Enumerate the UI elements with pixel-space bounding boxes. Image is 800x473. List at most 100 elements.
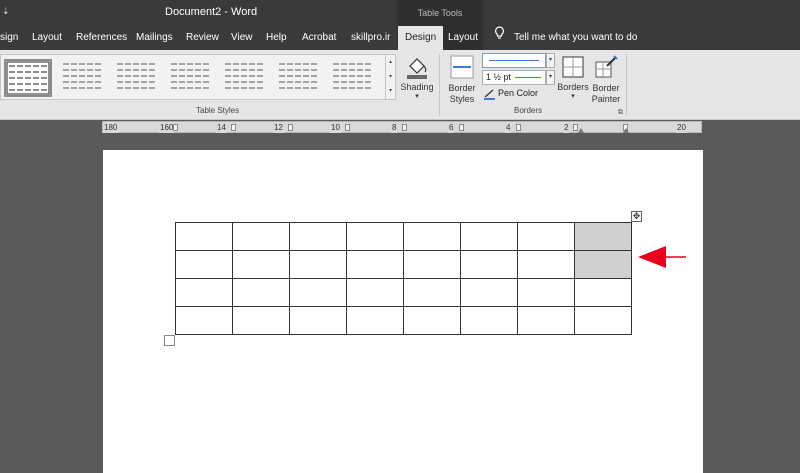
- quick-access-toolbar-customize-icon[interactable]: ⇣: [2, 6, 10, 17]
- borders-button[interactable]: Borders ▾: [556, 54, 590, 108]
- line-weight-sample: [515, 77, 541, 78]
- table-style-thumbnail[interactable]: [60, 59, 108, 97]
- ruler-column-marker[interactable]: [173, 124, 178, 131]
- border-styles-button[interactable]: Border Styles: [444, 54, 480, 108]
- table-cell[interactable]: [175, 306, 233, 335]
- table-cell[interactable]: [289, 278, 347, 307]
- ruler-indent-marker[interactable]: [623, 128, 629, 133]
- borders-group-label: Borders: [514, 106, 543, 115]
- word-table[interactable]: [175, 222, 632, 335]
- tab-review[interactable]: Review: [186, 26, 219, 50]
- table-cell[interactable]: [574, 278, 632, 307]
- tab-acrobat[interactable]: Acrobat: [302, 26, 336, 50]
- pen-color-label: Pen Color: [498, 88, 539, 98]
- table-cell[interactable]: [460, 278, 518, 307]
- shading-button[interactable]: Shading ▾: [399, 54, 435, 108]
- ruler-indent-marker[interactable]: [578, 128, 584, 133]
- ruler-column-marker[interactable]: [345, 124, 350, 131]
- ruler-label: 6: [448, 122, 455, 133]
- table-style-thumbnail[interactable]: [4, 59, 52, 97]
- table-cell[interactable]: [175, 250, 233, 279]
- paint-bucket-icon: [407, 58, 427, 79]
- table-cell[interactable]: [460, 250, 518, 279]
- table-style-thumbnail[interactable]: [168, 59, 216, 97]
- table-cell[interactable]: [517, 306, 575, 335]
- table-style-thumbnail[interactable]: [330, 59, 378, 97]
- table-cell[interactable]: [175, 278, 233, 307]
- table-style-preview-icon: [171, 63, 209, 89]
- table-cell[interactable]: [403, 222, 461, 251]
- table-cell[interactable]: [346, 278, 404, 307]
- ribbon-tab-bar: sign Layout References Mailings Review V…: [0, 26, 800, 50]
- table-resize-handle[interactable]: [164, 335, 175, 346]
- group-divider-2: [626, 54, 627, 116]
- table-styles-gallery[interactable]: ▴ ▾ ▾: [0, 54, 396, 100]
- tab-table-layout[interactable]: Layout: [448, 26, 478, 50]
- table-cell[interactable]: [232, 250, 290, 279]
- ruler-column-marker[interactable]: [288, 124, 293, 131]
- table-style-thumbnail[interactable]: [222, 59, 270, 97]
- line-style-dropdown[interactable]: [482, 53, 546, 68]
- line-weight-dropdown[interactable]: 1 ½ pt: [482, 70, 546, 85]
- group-divider: [439, 54, 440, 116]
- table-cell[interactable]: [574, 250, 632, 279]
- ruler-column-marker[interactable]: [231, 124, 236, 131]
- borders-dialog-launcher-icon[interactable]: ⧉: [618, 109, 623, 117]
- table-cell[interactable]: [289, 222, 347, 251]
- table-style-thumbnail[interactable]: [276, 59, 324, 97]
- horizontal-ruler[interactable]: 180 160 14 12 10 8 6 4 2 20: [102, 121, 702, 133]
- document-page[interactable]: ✥: [103, 150, 703, 473]
- ruler-column-marker[interactable]: [459, 124, 464, 131]
- pen-color-button[interactable]: Pen Color: [484, 88, 538, 100]
- tab-layout[interactable]: Layout: [32, 26, 62, 50]
- table-cell[interactable]: [232, 306, 290, 335]
- ruler-column-marker[interactable]: [402, 124, 407, 131]
- table-cell[interactable]: [460, 222, 518, 251]
- table-style-preview-icon: [225, 63, 263, 89]
- tab-mailings[interactable]: Mailings: [136, 26, 173, 50]
- table-cell[interactable]: [517, 250, 575, 279]
- gallery-down-icon[interactable]: ▾: [386, 70, 395, 85]
- table-move-handle-icon[interactable]: ✥: [631, 211, 642, 222]
- border-painter-button[interactable]: Border Painter: [590, 54, 622, 108]
- tell-me-search[interactable]: Tell me what you want to do: [494, 26, 637, 50]
- shading-dropdown-icon: ▾: [415, 93, 419, 100]
- table-cell[interactable]: [403, 278, 461, 307]
- table-cell[interactable]: [346, 222, 404, 251]
- table-cell[interactable]: [460, 306, 518, 335]
- tab-design-document[interactable]: sign: [0, 26, 18, 50]
- tab-view[interactable]: View: [231, 26, 253, 50]
- tab-references[interactable]: References: [76, 26, 127, 50]
- title-bar: ⇣ Document2 - Word Table Tools: [0, 0, 800, 26]
- table-cell[interactable]: [346, 306, 404, 335]
- table-cell[interactable]: [574, 306, 632, 335]
- table-cell[interactable]: [289, 306, 347, 335]
- table-cell[interactable]: [346, 250, 404, 279]
- border-painter-label-1: Border: [592, 83, 620, 93]
- table-style-thumbnail[interactable]: [114, 59, 162, 97]
- line-weight-dropdown-arrow[interactable]: ▾: [546, 70, 555, 85]
- table-cell[interactable]: [403, 250, 461, 279]
- tab-table-design[interactable]: Design: [398, 26, 444, 50]
- table-cell[interactable]: [232, 222, 290, 251]
- gallery-up-icon[interactable]: ▴: [386, 55, 395, 70]
- ruler-label: 20: [676, 122, 687, 133]
- table-cell[interactable]: [289, 250, 347, 279]
- tell-me-text: Tell me what you want to do: [514, 32, 638, 43]
- table-cell[interactable]: [175, 222, 233, 251]
- gallery-more-icon[interactable]: ▾: [386, 84, 395, 99]
- table-style-preview-icon: [63, 63, 101, 89]
- table-cell[interactable]: [403, 306, 461, 335]
- table-cell[interactable]: [574, 222, 632, 251]
- ruler-label: 8: [391, 122, 398, 133]
- ruler-column-marker[interactable]: [516, 124, 521, 131]
- table-cell[interactable]: [517, 278, 575, 307]
- tab-skillpro[interactable]: skillpro.ir: [351, 26, 390, 50]
- gallery-scrollbar[interactable]: ▴ ▾ ▾: [385, 55, 395, 99]
- table-cell[interactable]: [232, 278, 290, 307]
- line-style-dropdown-arrow[interactable]: ▾: [546, 53, 555, 68]
- table-cell[interactable]: [517, 222, 575, 251]
- border-styles-label-1: Border: [448, 83, 476, 93]
- border-painter-icon: [595, 55, 618, 78]
- tab-help[interactable]: Help: [266, 26, 287, 50]
